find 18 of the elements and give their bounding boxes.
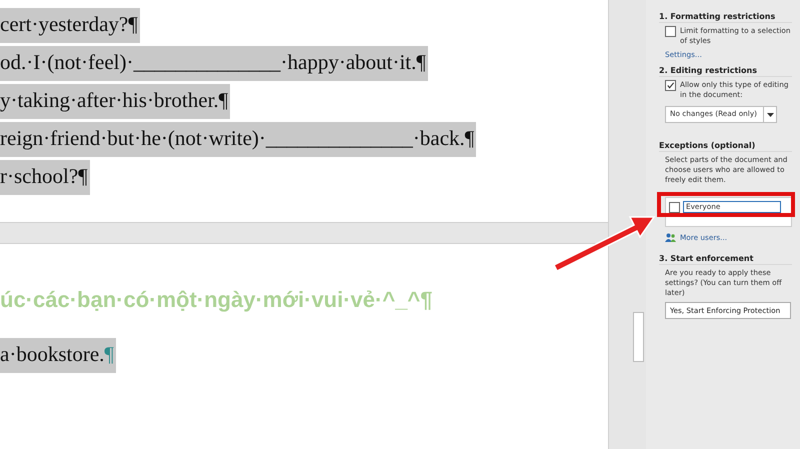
checkbox[interactable] (665, 80, 676, 91)
sentence-text: y·taking·after·his·brother.¶ (0, 84, 230, 118)
checkbox[interactable] (669, 202, 680, 212)
sentence-text: reign·friend·but·he·(not·write)·______________·back.¶ (0, 122, 476, 156)
sentence-text: od.·I·(not·feel)·______________·happy·about·it.¶ (0, 46, 428, 80)
users-icon (665, 233, 676, 242)
scrollbar[interactable] (608, 0, 646, 449)
section-heading: 3. Start enforcement (659, 254, 792, 265)
section-heading: 2. Editing restrictions (659, 66, 792, 77)
sentence-text: cert·yesterday?¶ (0, 8, 140, 42)
section-heading: Exceptions (optional) (659, 141, 792, 152)
greeting-text: úc·các·bạn·có·một·ngày·mới·vui·vẻ·^_^¶ (0, 287, 433, 313)
checkbox[interactable] (665, 26, 676, 37)
sentence-text: a·bookstore.¶ (0, 338, 116, 372)
caret-icon (766, 112, 774, 116)
scrollbar-thumb[interactable] (633, 312, 644, 362)
sentence-text: r·school?¶ (0, 160, 90, 194)
section-heading: 1. Formatting restrictions (659, 12, 792, 23)
